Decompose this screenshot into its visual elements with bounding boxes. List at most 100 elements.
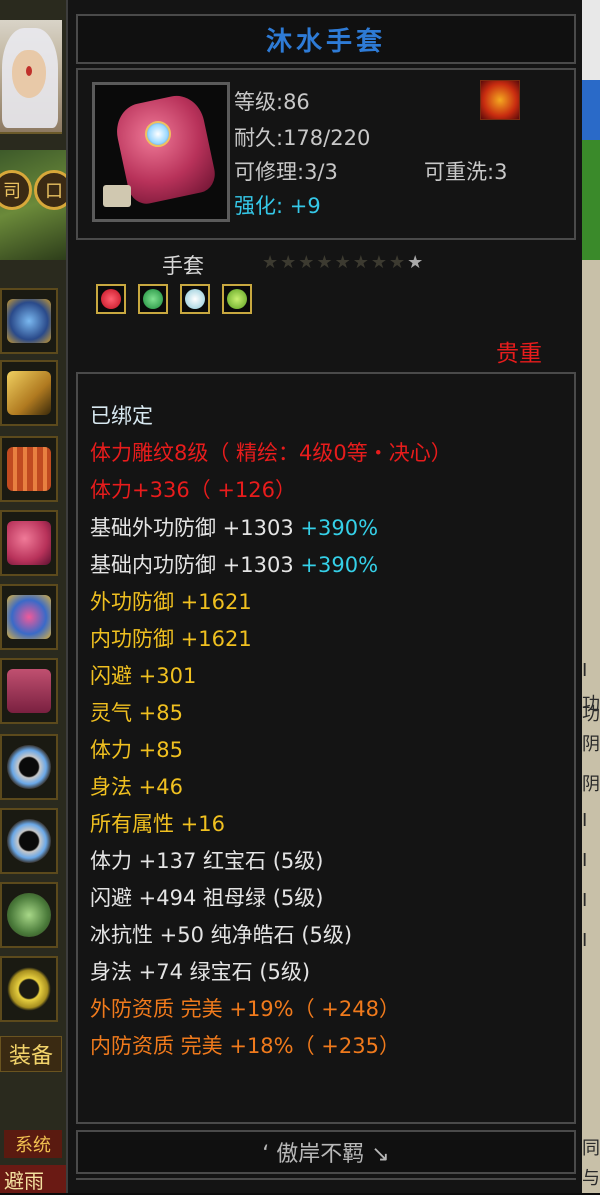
right-edge-char: 与 [582, 1168, 600, 1189]
repair-line: 可修理:3/3 [234, 156, 338, 186]
right-edge-char: I [582, 810, 588, 831]
equip-slot-necklace[interactable] [0, 956, 58, 1022]
all-attr-line: 所有属性 +16 [90, 812, 225, 836]
star-icon: ★ [280, 252, 299, 273]
dodge-line: 闪避 +301 [90, 664, 197, 688]
star-icon-lit: ★ [407, 252, 426, 273]
base-ext-def-value: 基础外功防御 +1303 [90, 516, 294, 540]
round-button-2[interactable]: 口 [34, 170, 66, 210]
bottom-border [76, 1178, 576, 1195]
item-icon-frame [92, 82, 230, 222]
base-ext-def-line: 基础外功防御 +1303 +390% [90, 512, 378, 542]
rewash-label: 可重洗 [424, 160, 487, 184]
star-icon: ★ [316, 252, 335, 273]
item-footer: ‘ 傲岸不羁 ↘ [76, 1130, 576, 1174]
shoulder-icon [7, 299, 51, 343]
level-line: 等级:86 [234, 86, 310, 116]
portrait-forehead-mark [26, 66, 32, 76]
ring-icon [7, 819, 51, 863]
right-edge-char: 阴 [582, 774, 600, 795]
right-edge-char: 同 [582, 1138, 600, 1159]
equipment-sidebar: 司 口 装备 系统 避雨 [0, 0, 66, 1193]
right-edge-char: 功 [582, 704, 600, 725]
item-type: 手套 [162, 254, 204, 278]
character-portrait[interactable] [0, 20, 62, 134]
right-edge-panel: I 功 功 阴 阴 I I I I 同 与 [582, 0, 600, 1193]
equip-slot-ring-1[interactable] [0, 734, 58, 800]
equip-slot-gloves[interactable] [0, 510, 58, 576]
star-icon: ★ [352, 252, 371, 273]
socket-green-gem[interactable] [222, 284, 252, 314]
stamina-line: 体力 +85 [90, 738, 183, 762]
bound-lock-icon [103, 185, 131, 207]
right-edge-char: I [582, 930, 588, 951]
star-icon: ★ [388, 252, 408, 273]
spirit-line: 灵气 +85 [90, 701, 183, 725]
durability-label: 耐久 [234, 126, 276, 150]
armor-icon [7, 595, 51, 639]
glove-gem-icon [145, 121, 171, 147]
socket-emerald[interactable] [138, 284, 168, 314]
agility-line: 身法 +46 [90, 775, 183, 799]
enhance-value: +9 [289, 194, 321, 218]
boots-icon [7, 669, 51, 713]
gem-line-ruby: 体力 +137 红宝石 (5级) [90, 849, 324, 873]
bracer-icon [7, 447, 51, 491]
item-type-area: 手套 ★★★★★★★★★ 贵重 [76, 246, 576, 368]
repair-value: :3/3 [297, 160, 338, 184]
gem-line-emerald: 闪避 +494 祖母绿 (5级) [90, 886, 324, 910]
hat-icon [7, 371, 51, 415]
pure-stone-icon [185, 289, 205, 309]
equip-slot-shoulder[interactable] [0, 288, 58, 354]
item-name: 沐水手套 [265, 26, 386, 57]
bound-status: 已绑定 [90, 404, 153, 428]
star-icon: ★ [370, 252, 389, 273]
equipment-tab[interactable]: 装备 [0, 1036, 62, 1072]
gem-line-pure-stone: 冰抗性 +50 纯净皓石 (5级) [90, 923, 353, 947]
enhance-label: 强化: [234, 194, 284, 218]
int-def-line: 内功防御 +1621 [90, 627, 252, 651]
equip-slot-amulet[interactable] [0, 882, 58, 948]
ext-def-line: 外功防御 +1621 [90, 590, 252, 614]
rewash-value: :3 [487, 160, 508, 184]
equip-slot-boots[interactable] [0, 658, 58, 724]
equip-slot-ring-2[interactable] [0, 808, 58, 874]
equip-slot-bracer[interactable] [0, 436, 58, 502]
base-ext-def-pct: +390% [300, 516, 379, 540]
round-button-1[interactable]: 司 [0, 170, 32, 210]
socket-ruby[interactable] [96, 284, 126, 314]
green-gem-icon [227, 289, 247, 309]
gem-line-green-gem: 身法 +74 绿宝石 (5级) [90, 960, 311, 984]
ruby-icon [101, 289, 121, 309]
right-edge-char: I [582, 850, 588, 871]
level-label: 等级 [234, 90, 276, 114]
rewash-line: 可重洗:3 [424, 156, 507, 186]
equip-slot-hat[interactable] [0, 360, 58, 426]
base-int-def-value: 基础内功防御 +1303 [90, 553, 294, 577]
right-edge-block [582, 140, 600, 260]
star-icon: ★ [262, 252, 281, 273]
gloves-icon [7, 521, 51, 565]
base-int-def-line: 基础内功防御 +1303 +390% [90, 549, 378, 579]
emerald-icon [143, 289, 163, 309]
necklace-icon [7, 967, 51, 1011]
system-button[interactable]: 系统 [4, 1130, 62, 1158]
jade-pendant-icon [7, 893, 51, 937]
attribute-list: 已绑定 体力雕纹8级（ 精绘：4级0等・决心） 体力+336（ +126） 基础… [76, 372, 576, 1124]
socket-pure-stone[interactable] [180, 284, 210, 314]
equip-slot-armor[interactable] [0, 584, 58, 650]
stamina-total-line: 体力+336（ +126） [90, 478, 297, 502]
rain-shelter-button[interactable]: 避雨 [0, 1165, 66, 1193]
right-edge-char: 阴 [582, 734, 600, 755]
star-rating: ★★★★★★★★★ [262, 252, 425, 273]
ring-icon [7, 745, 51, 789]
effect-icon [480, 80, 520, 120]
right-edge-char: I [582, 890, 588, 911]
item-title-bar: 沐水手套 [76, 14, 576, 64]
star-icon: ★ [298, 252, 317, 273]
star-icon: ★ [334, 252, 353, 273]
item-header: 等级:86 耐久:178/220 可修理:3/3 可重洗:3 强化: +9 [76, 68, 576, 240]
level-value: :86 [276, 90, 310, 114]
enhance-line: 强化: +9 [234, 190, 321, 220]
base-int-def-pct: +390% [300, 553, 379, 577]
